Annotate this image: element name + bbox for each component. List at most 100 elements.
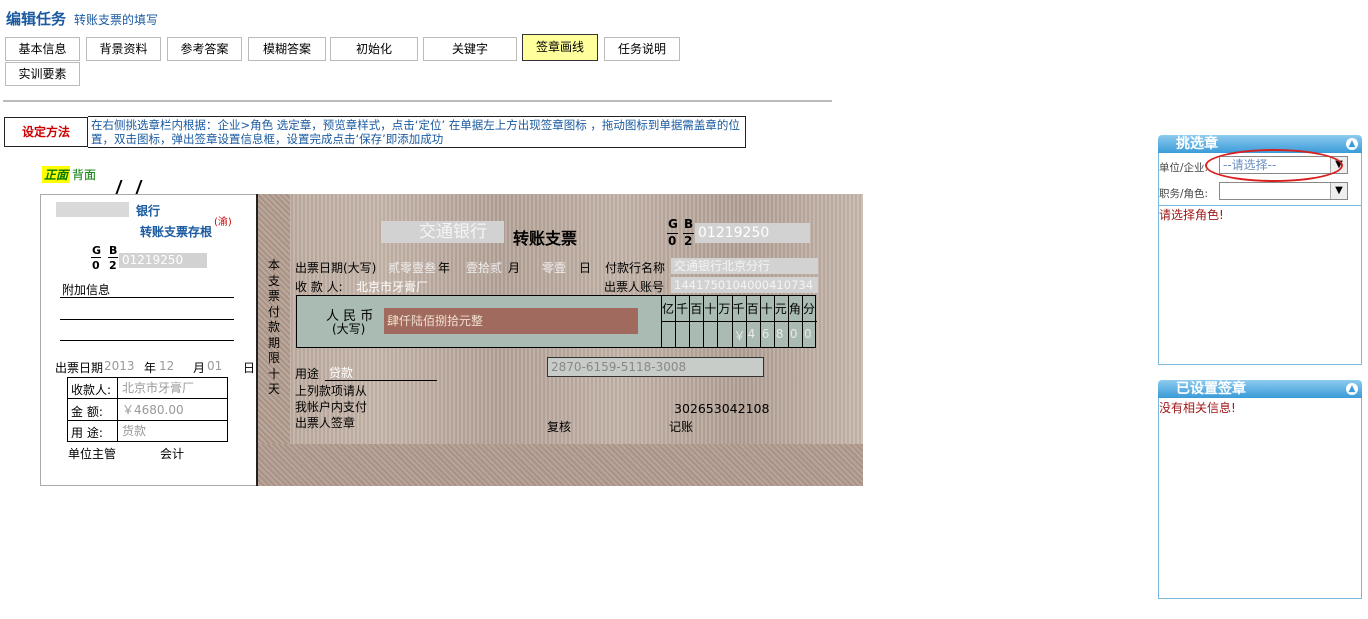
check-purpose[interactable]: 贷款 [329, 364, 353, 381]
tab-keywords[interactable]: 关键字 [423, 37, 517, 61]
front-side-tab[interactable]: 正面 [42, 166, 71, 183]
check-year-unit: 年 [438, 261, 451, 275]
digit-row-line [662, 321, 817, 322]
digit-col-line [717, 295, 719, 348]
check-password[interactable]: 2870-6159-5118-3008 [547, 357, 764, 377]
stub-year-unit: 年 [144, 361, 157, 375]
fraction-line [108, 257, 118, 258]
stub-title: 转账支票存根 [140, 225, 213, 239]
stub-day: 01 [207, 359, 223, 373]
extra-info-line [60, 297, 234, 298]
digit-cell[interactable]: ￥ [734, 327, 746, 344]
row-line [67, 420, 228, 421]
role-select[interactable]: ▼ [1219, 182, 1348, 200]
set-seal-message: 没有相关信息! [1159, 401, 1236, 415]
chevron-down-icon: ▼ [1330, 183, 1347, 199]
tab-task-desc[interactable]: 任务说明 [604, 37, 680, 61]
method-button[interactable]: 设定方法 [4, 117, 88, 147]
stub-payee: 北京市牙膏厂 [122, 381, 195, 395]
stub-bank-label: 银行 [136, 204, 161, 218]
tab-init[interactable]: 初始化 [330, 37, 418, 61]
row-line [67, 398, 228, 399]
set-seal-title: 已设置签章 [1176, 381, 1246, 397]
digit-header: 万 [718, 302, 731, 316]
stub-bank-field[interactable] [56, 202, 129, 217]
purpose-line [325, 380, 437, 381]
role-message: 请选择角色! [1159, 208, 1224, 222]
check-line-2: 我帐户内支付 [295, 400, 368, 414]
back-side-tab[interactable]: 背面 [72, 166, 96, 183]
digit-header: 亿 [662, 302, 675, 316]
digit-col-line [759, 295, 761, 348]
stub-g: G [92, 244, 102, 257]
check-date-month: 壹拾贰 [466, 261, 503, 275]
mark-slash [135, 180, 151, 194]
stub-supervisor: 单位主管 [68, 447, 117, 461]
stub-date-label: 出票日期 [55, 361, 104, 375]
digit-header: 十 [760, 302, 773, 316]
check-date-year: 贰零壹叁 [388, 261, 437, 275]
digit-header: 十 [704, 302, 717, 316]
stub-month-unit: 月 [193, 361, 206, 375]
stub-month: 12 [159, 359, 175, 373]
amount-words-field[interactable]: 肆仟陆佰捌拾元整 [384, 308, 638, 334]
digit-cell[interactable]: 0 [804, 327, 812, 341]
check-b: B [684, 217, 694, 231]
check-number: 01219250 [695, 223, 810, 243]
digit-header: 百 [746, 302, 759, 316]
stub-number: 01219250 [119, 253, 207, 268]
check-line-1: 上列款项请从 [295, 384, 368, 398]
collapse-icon[interactable]: ▲ [1346, 383, 1358, 395]
digit-col-line [745, 295, 747, 348]
fraction-line [91, 257, 101, 258]
check-b2: 2 [684, 234, 693, 248]
pick-seal-title: 挑选章 [1176, 136, 1218, 152]
tab-signature[interactable]: 签章画线 [522, 34, 598, 61]
digit-cell[interactable]: 6 [762, 327, 770, 341]
digit-cell[interactable]: 4 [748, 327, 756, 341]
digit-cell[interactable]: 0 [790, 327, 798, 341]
check-g2: 0 [668, 234, 677, 248]
check-payee-label: 收 款 人: [295, 280, 343, 294]
tab-background[interactable]: 背景资料 [86, 37, 161, 61]
digit-col-line [703, 295, 705, 348]
digit-header: 千 [676, 302, 689, 316]
tab-basic-info[interactable]: 基本信息 [5, 37, 80, 61]
tab-fuzzy-answer[interactable]: 模糊答案 [248, 37, 326, 61]
digit-col-line [731, 295, 733, 348]
digit-col-line [675, 295, 677, 348]
set-seal-panel [1158, 398, 1362, 599]
stub-divider [256, 194, 258, 486]
extra-info-line [60, 319, 234, 320]
role-label: 职务/角色: [1159, 188, 1209, 200]
digit-cell[interactable]: 8 [776, 327, 784, 341]
unit-label: 单位/企业: [1159, 162, 1209, 174]
check-bank-name[interactable]: 交通银行 [381, 221, 504, 243]
stub-year: 2013 [104, 359, 135, 373]
stub-purpose: 货款 [122, 424, 147, 438]
digit-col-line [787, 295, 789, 348]
check-line-3: 出票人签章 [295, 416, 356, 430]
collapse-icon[interactable]: ▲ [1346, 138, 1358, 150]
mark-slash [115, 180, 131, 194]
check-payee[interactable]: 北京市牙膏厂 [356, 278, 428, 295]
stub-b: B [109, 244, 118, 257]
tab-training-elements[interactable]: 实训要素 [5, 62, 80, 86]
check-serial: 302653042108 [674, 401, 770, 416]
check-payer-bank[interactable]: 交通银行北京分行 [671, 258, 818, 274]
stub-day-unit: 日 [243, 361, 256, 375]
set-seal-header[interactable]: 已设置签章 ▲ [1158, 380, 1362, 398]
digit-col-line [802, 295, 803, 348]
check-account[interactable]: 1441750104000410734 [671, 277, 818, 293]
check-month-unit: 月 [508, 261, 521, 275]
stub-g2: 0 [92, 259, 100, 272]
method-instruction: 在右侧挑选章栏内根据：企业>角色 选定章，预览章样式，点击‘定位’ 在单据左上方… [91, 118, 740, 146]
stub-accountant: 会计 [160, 447, 185, 461]
tab-reference-answer[interactable]: 参考答案 [167, 37, 242, 61]
divider [3, 100, 832, 102]
extra-info-line [60, 340, 234, 341]
stub-b2: 2 [109, 259, 117, 272]
check-g: G [668, 217, 678, 231]
check-vertical-text: 本支票付款期限十天 [268, 258, 281, 396]
check-account-label: 出票人账号 [604, 280, 665, 294]
